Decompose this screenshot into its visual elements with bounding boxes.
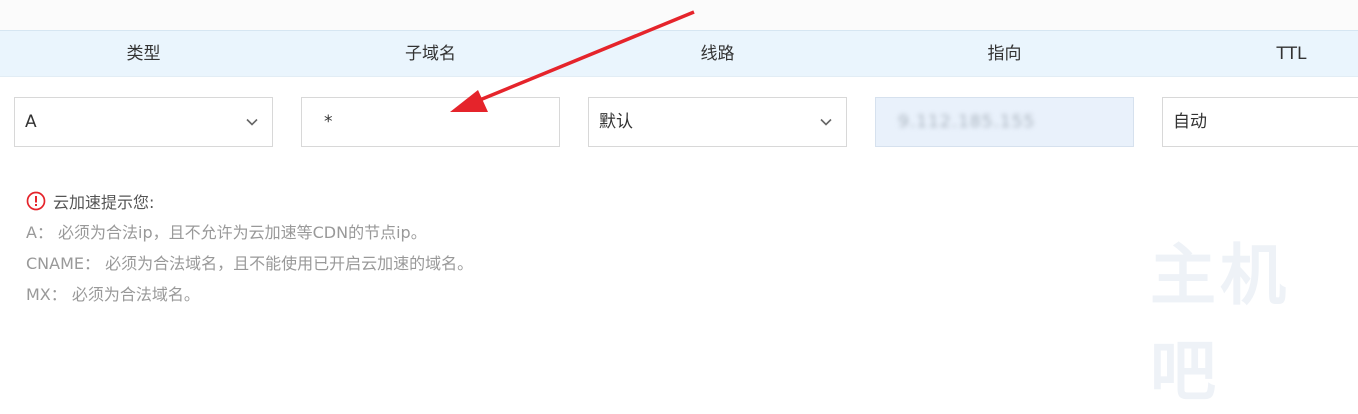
red-annotation-arrow [450, 10, 695, 112]
